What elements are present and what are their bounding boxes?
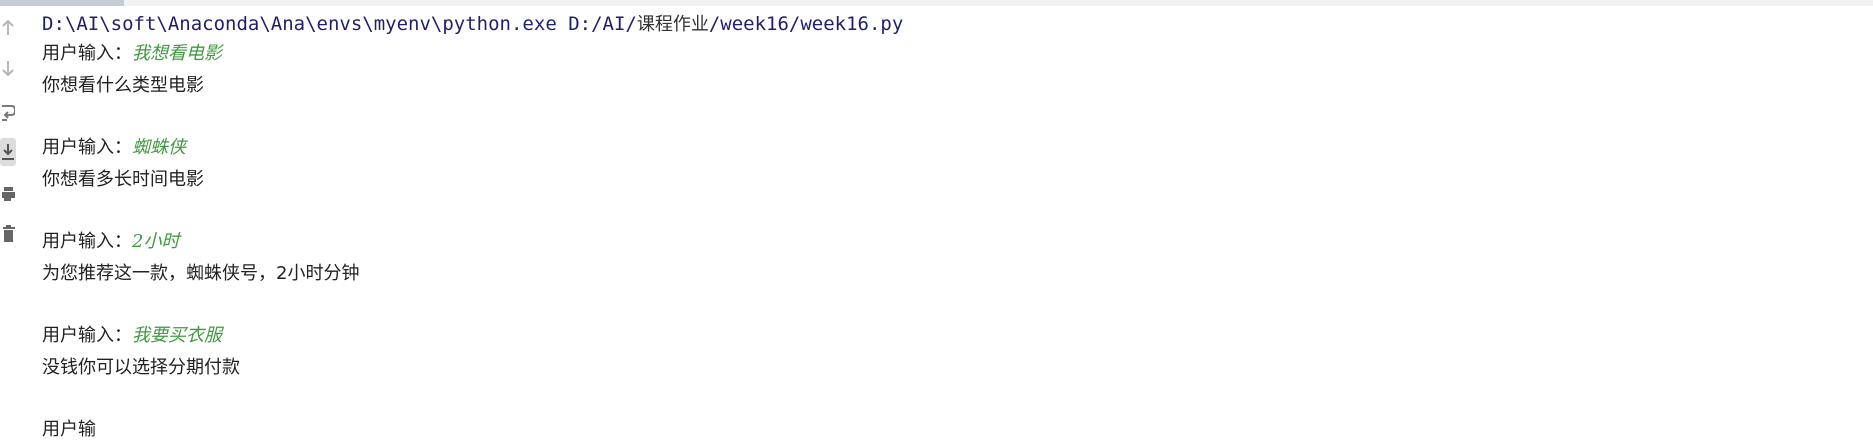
soft-wrap-icon[interactable] [0,98,16,126]
console-output[interactable]: D:\AI\soft\Anaconda\Ana\envs\myenv\pytho… [42,10,1863,426]
user-input-line: 用户输入：蜘蛛侠 [42,132,1863,164]
prompt-label: 用户输入： [42,137,132,158]
prompt-label: 用户输入： [42,43,132,64]
blank-line [42,290,1863,320]
scroll-to-end-icon[interactable] [0,138,16,166]
prompt-label: 用户输入： [42,231,132,252]
trash-icon[interactable] [0,220,16,248]
user-input-text: 我要买衣服 [132,325,222,346]
command-path-cjk: 课程作业 [637,14,709,35]
response-line: 你想看什么类型电影 [42,70,1863,102]
print-icon[interactable] [0,180,16,208]
user-input-text: 我想看电影 [132,43,222,64]
arrow-down-icon[interactable] [0,54,16,82]
user-input-line: 用户输入：我想看电影 [42,38,1863,70]
response-line: 为您推荐这一款，蜘蛛侠号，2小时分钟 [42,258,1863,290]
blank-line [42,384,1863,414]
command-path: D:\AI\soft\Anaconda\Ana\envs\myenv\pytho… [42,13,637,35]
top-scroll-track [0,0,1873,6]
prompt-label: 用户输入： [42,325,132,346]
top-scroll-thumb[interactable] [0,0,124,6]
console-toolbar [0,8,20,426]
blank-line [42,102,1863,132]
truncated-line: 用户输 [42,414,1863,446]
user-input-text: 蜘蛛侠 [132,137,186,158]
blank-line [42,196,1863,226]
user-input-line: 用户输入：2小时 [42,226,1863,258]
response-line: 你想看多长时间电影 [42,164,1863,196]
command-path-tail: /week16/week16.py [709,13,903,35]
user-input-line: 用户输入：我要买衣服 [42,320,1863,352]
user-input-text: 2小时 [132,231,179,252]
run-command-line: D:\AI\soft\Anaconda\Ana\envs\myenv\pytho… [42,10,1863,38]
arrow-up-icon[interactable] [0,14,16,42]
response-line: 没钱你可以选择分期付款 [42,352,1863,384]
